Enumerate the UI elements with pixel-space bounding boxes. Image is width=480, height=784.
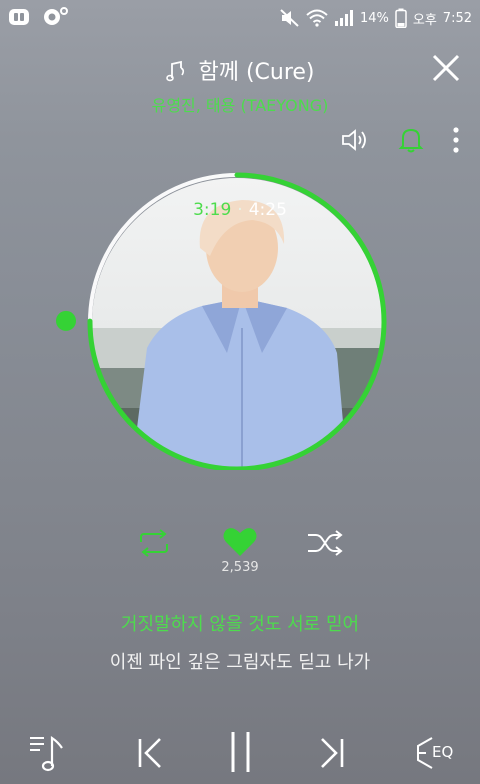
song-title: 함께 (Cure)	[198, 60, 315, 85]
time-readout: 3:19 · 4:25	[0, 200, 480, 220]
mute-icon	[280, 9, 299, 27]
status-bar: 14% 오후 7:52	[0, 0, 480, 34]
pause-icon[interactable]	[226, 730, 256, 774]
signal-icon	[334, 10, 353, 26]
heart-icon[interactable]	[222, 526, 258, 558]
action-row	[0, 524, 480, 564]
lyric-next[interactable]: 이젠 파인 깊은 그림자도 딛고 나가	[0, 648, 480, 674]
eq-button[interactable]: EQ	[414, 736, 464, 770]
speaker-icon[interactable]	[340, 127, 370, 153]
wifi-icon	[306, 9, 328, 27]
repeat-icon[interactable]	[136, 528, 172, 558]
total-time: 4:25	[248, 200, 287, 220]
skip-previous-icon[interactable]	[136, 736, 166, 770]
progress-knob[interactable]	[56, 310, 77, 331]
clock-period: 오후	[412, 12, 437, 28]
playback-controls: EQ	[0, 726, 480, 778]
toolbar-icons	[340, 126, 460, 154]
more-vertical-icon[interactable]	[452, 126, 460, 154]
app-notification-icon	[9, 9, 29, 25]
time-separator: ·	[237, 200, 243, 220]
current-time: 3:19	[193, 200, 232, 220]
eq-icon	[417, 737, 433, 769]
eq-label: EQ	[432, 743, 454, 761]
battery-icon	[395, 8, 407, 28]
bell-icon[interactable]	[398, 126, 424, 154]
playlist-icon[interactable]	[28, 732, 68, 772]
song-title-row: 함께 (Cure)	[0, 54, 480, 86]
like-count: 2,539	[221, 560, 259, 575]
close-button[interactable]	[430, 52, 462, 84]
shuffle-icon[interactable]	[306, 528, 344, 558]
music-app-notification-icon	[44, 7, 68, 25]
clock-time: 7:52	[442, 10, 472, 26]
skip-next-icon[interactable]	[316, 736, 346, 770]
song-note-icon	[166, 60, 185, 82]
battery-percent: 14%	[359, 10, 389, 26]
artist-name[interactable]: 유영진, 태용 (TAEYONG)	[0, 92, 480, 116]
lyric-current[interactable]: 거짓말하지 않을 것도 서로 믿어	[0, 610, 480, 636]
